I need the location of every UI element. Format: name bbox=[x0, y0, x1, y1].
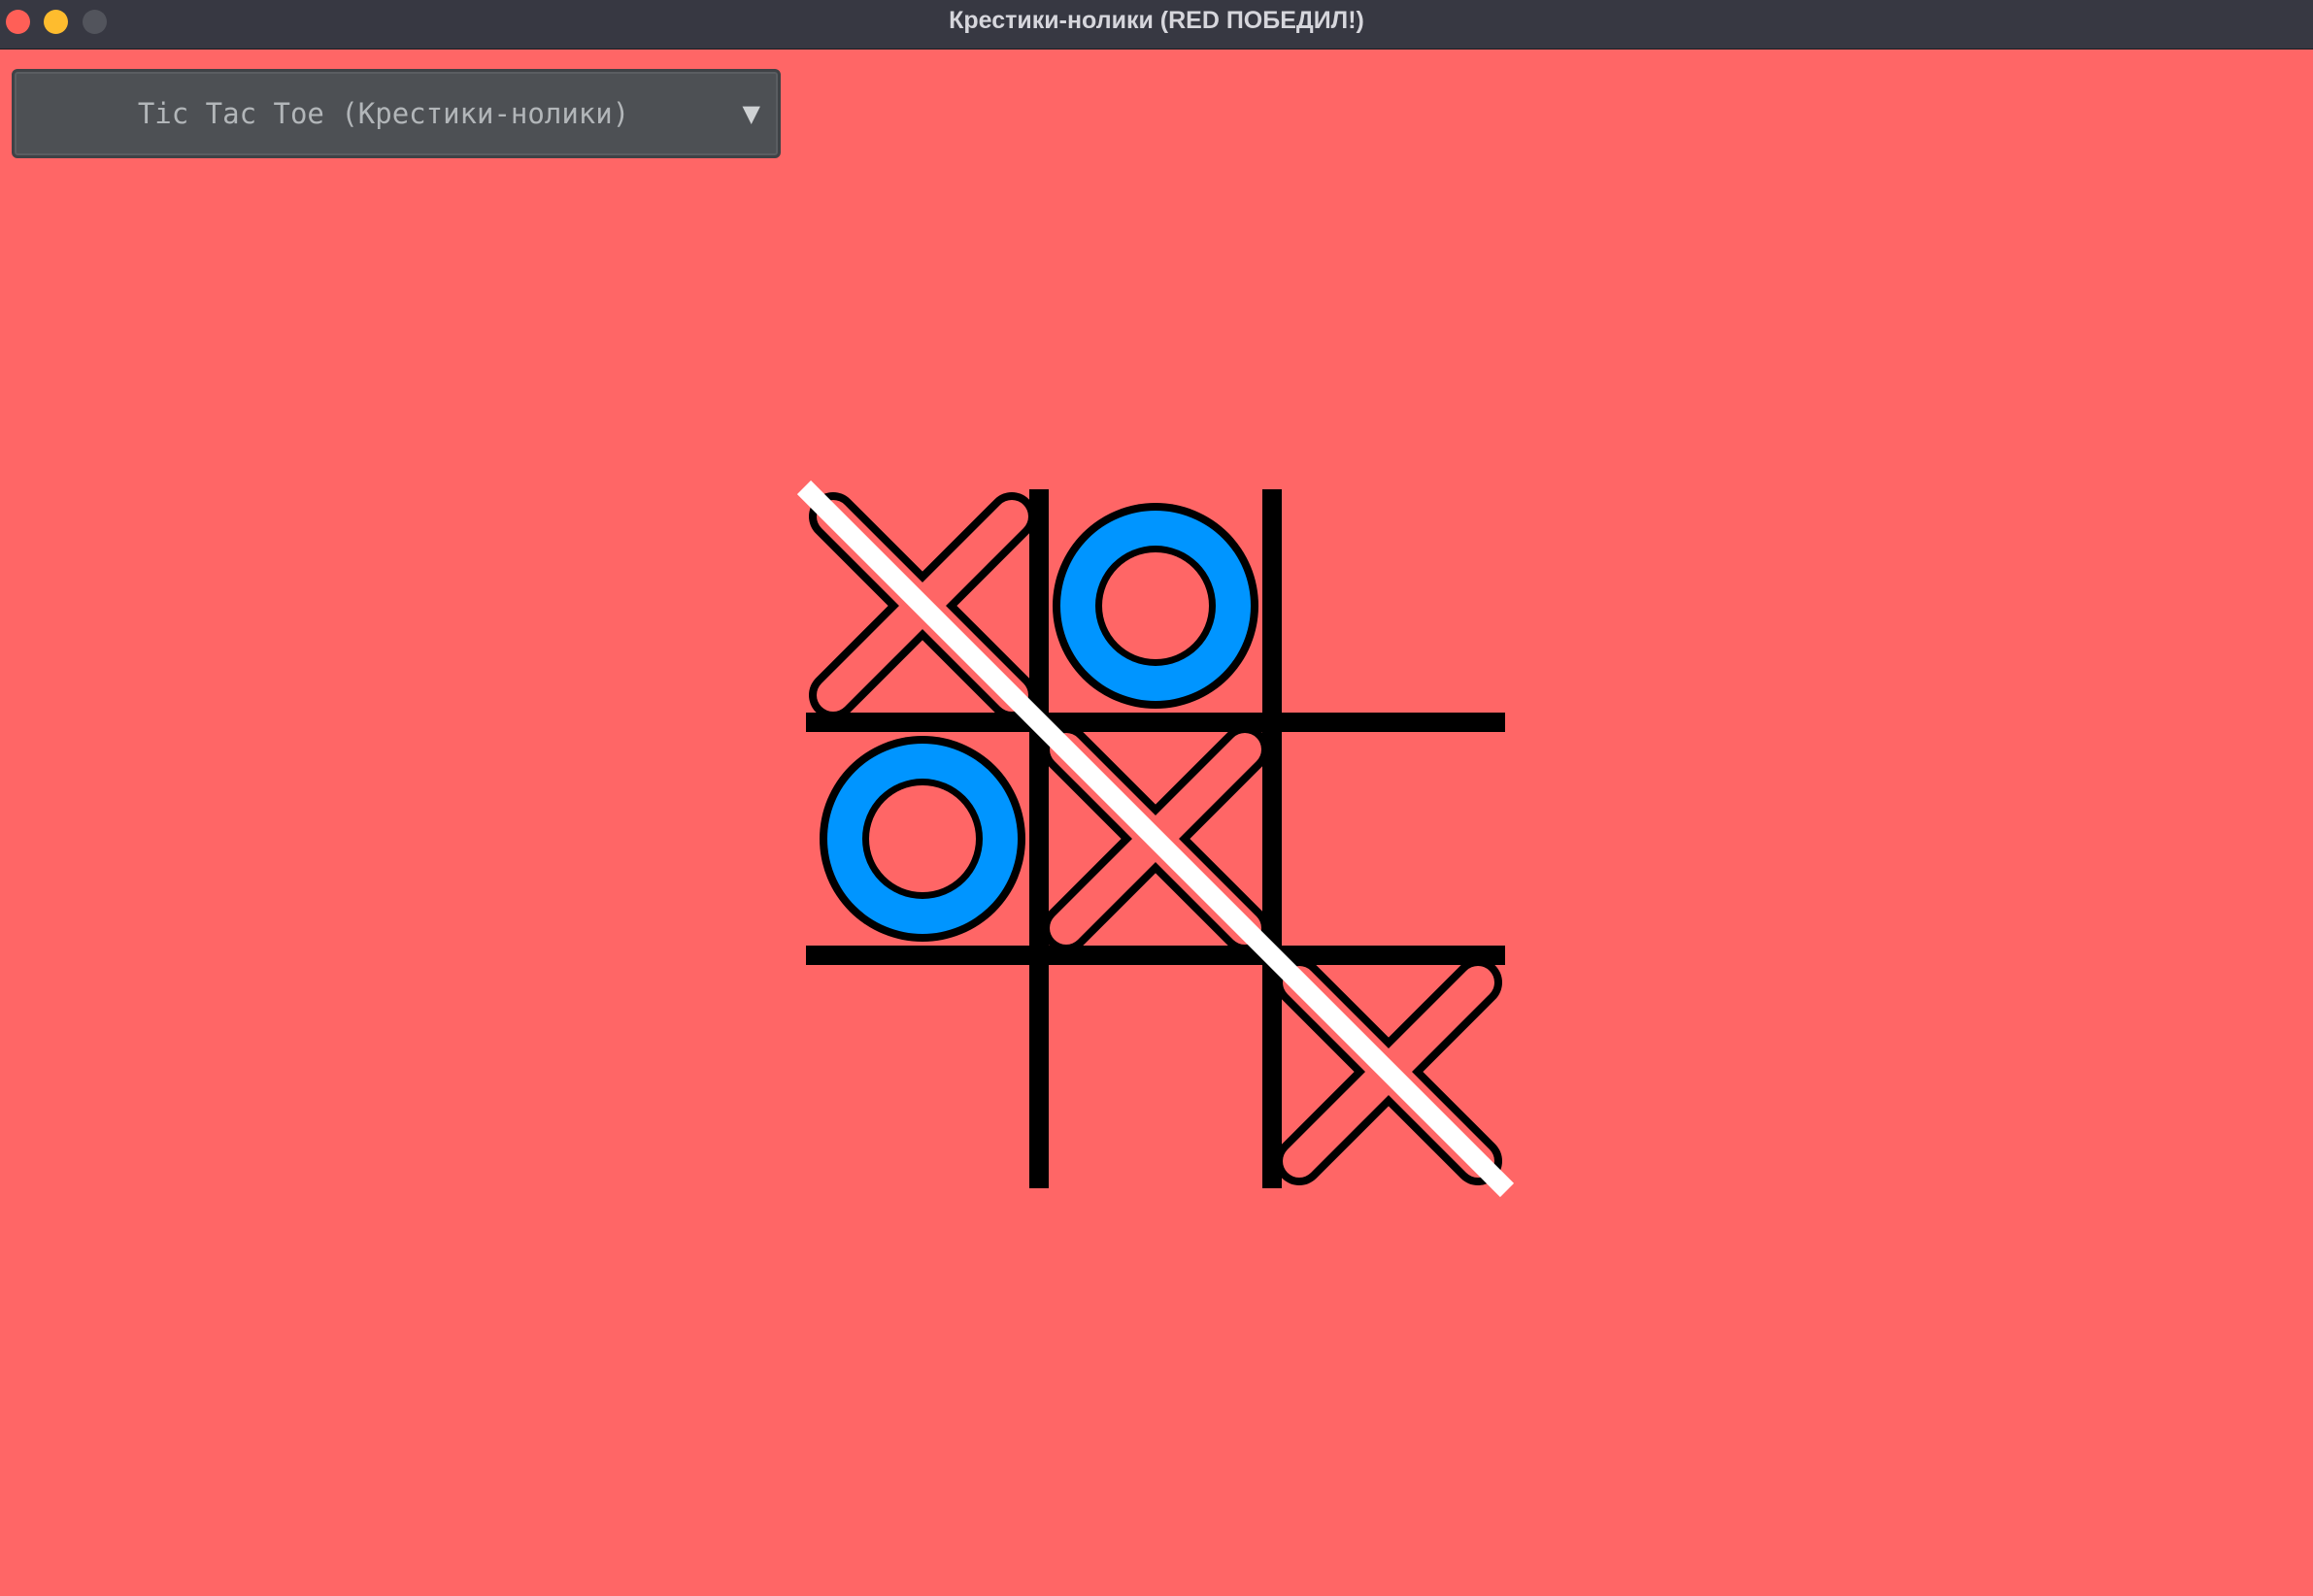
title-bar: Крестики-нолики (RED ПОБЕДИЛ!) bbox=[0, 0, 2313, 50]
game-select-dropdown[interactable]: Tic Tac Toe (Крестики-нолики) ▼ bbox=[12, 69, 781, 158]
board-cell[interactable] bbox=[806, 955, 1039, 1188]
cell-hit-area[interactable] bbox=[1272, 722, 1505, 955]
board-cell[interactable] bbox=[1272, 489, 1505, 722]
board-cell[interactable] bbox=[1272, 722, 1505, 955]
board-cell[interactable] bbox=[1039, 489, 1272, 722]
o-mark-hole bbox=[1102, 552, 1209, 659]
board-cell[interactable] bbox=[1039, 955, 1272, 1188]
cell-hit-area[interactable] bbox=[1039, 955, 1272, 1188]
window-title: Крестики-нолики (RED ПОБЕДИЛ!) bbox=[949, 7, 1364, 34]
o-mark-icon bbox=[1053, 503, 1258, 709]
o-mark-hole bbox=[869, 785, 976, 892]
triangle-down-icon: ▼ bbox=[742, 100, 760, 127]
cell-hit-area[interactable] bbox=[1272, 489, 1505, 722]
o-mark-icon bbox=[820, 736, 1025, 942]
game-select-value: Tic Tac Toe (Крестики-нолики) bbox=[137, 97, 630, 130]
board-cell[interactable] bbox=[806, 722, 1039, 955]
app-window: Крестики-нолики (RED ПОБЕДИЛ!) Tic Tac T… bbox=[0, 0, 2313, 1596]
tic-tac-toe-board bbox=[796, 480, 1515, 1198]
cell-hit-area[interactable] bbox=[806, 955, 1039, 1188]
game-area: Tic Tac Toe (Крестики-нолики) ▼ bbox=[0, 50, 2313, 1596]
